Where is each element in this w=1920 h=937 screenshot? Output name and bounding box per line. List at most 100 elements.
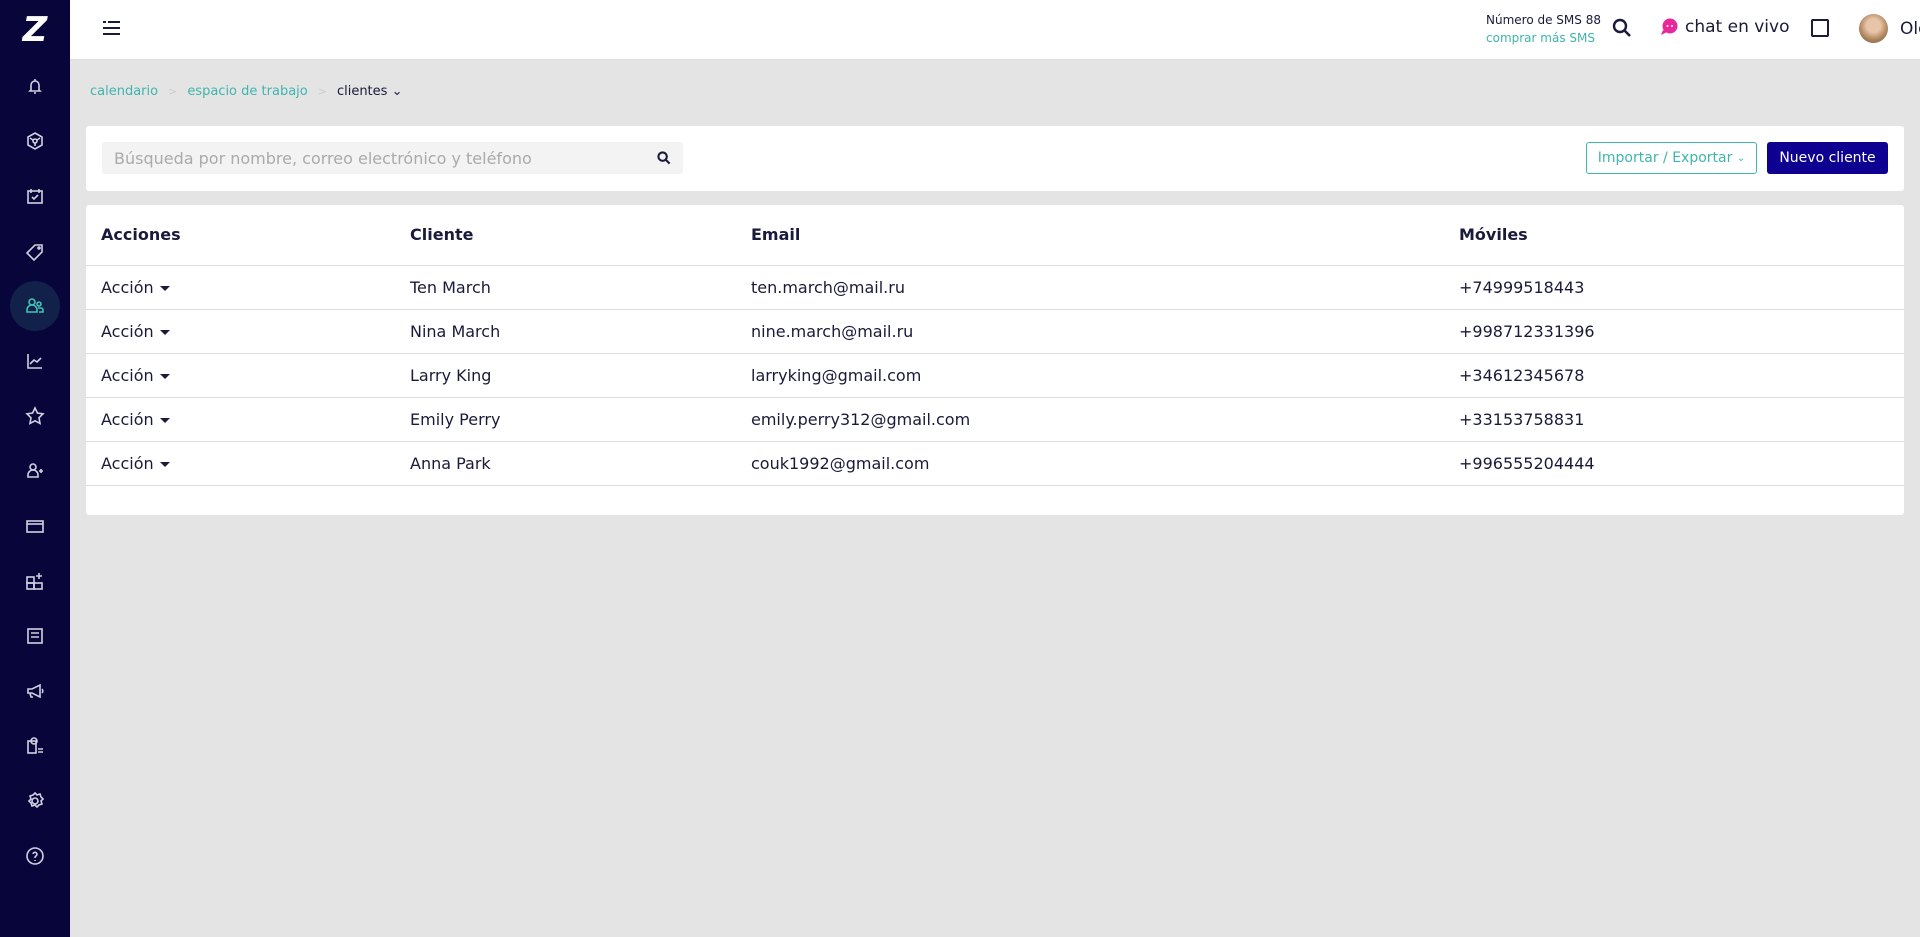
clients-table-card: Acciones Cliente Email Móviles Acción Ten… xyxy=(86,205,1904,515)
action-dropdown[interactable]: Acción xyxy=(101,278,170,297)
table-row[interactable]: Acción Ten March ten.march@mail.ru +7499951… xyxy=(86,265,1904,310)
header-cliente[interactable]: Cliente xyxy=(410,205,751,266)
client-name[interactable]: Anna Park xyxy=(410,441,751,486)
sidebar-item-save[interactable] xyxy=(10,611,60,661)
caret-down-icon xyxy=(159,373,170,379)
client-phone: +74999518443 xyxy=(1459,265,1904,310)
add-staff-icon xyxy=(27,463,43,478)
header-moviles[interactable]: Móviles xyxy=(1459,205,1904,266)
live-chat-button[interactable]: chat en vivo xyxy=(1660,17,1790,37)
client-phone: +998712331396 xyxy=(1459,309,1904,354)
sidebar-item-services[interactable] xyxy=(10,721,60,771)
action-dropdown[interactable]: Acción xyxy=(101,454,170,473)
sidebar-item-dashboard[interactable] xyxy=(10,116,60,166)
sidebar-item-add-staff[interactable] xyxy=(10,446,60,496)
topbar: Número de SMS 88 comprar más SMS chat en… xyxy=(70,0,1920,60)
stats-icon[interactable] xyxy=(1811,19,1829,37)
user-name: Olga xyxy=(1900,18,1920,39)
action-cell: Acción xyxy=(86,309,410,354)
table-header: Acciones Cliente Email Móviles xyxy=(86,205,1904,266)
buy-sms-link[interactable]: comprar más SMS xyxy=(1486,29,1601,47)
caret-down-icon xyxy=(159,461,170,467)
sidebar-item-payments[interactable] xyxy=(10,501,60,551)
avatar xyxy=(1859,14,1888,43)
client-name[interactable]: Larry King xyxy=(410,353,751,398)
toolbar-card: Importar / Exportar ⌄ Nuevo cliente xyxy=(86,126,1904,191)
menu-collapse-icon[interactable] xyxy=(100,18,122,40)
client-email: ten.march@mail.ru xyxy=(751,265,1459,310)
import-export-button[interactable]: Importar / Exportar ⌄ xyxy=(1586,142,1757,174)
new-client-button[interactable]: Nuevo cliente xyxy=(1767,142,1888,174)
action-cell: Acción xyxy=(86,353,410,398)
action-label: Acción xyxy=(101,277,154,297)
sidebar-item-analytics[interactable] xyxy=(10,336,60,386)
breadcrumb-calendario[interactable]: calendario xyxy=(90,84,158,99)
breadcrumb-workspace[interactable]: espacio de trabajo xyxy=(187,84,307,99)
table-row[interactable]: Acción Larry King larryking@gmail.com +3461… xyxy=(86,353,1904,398)
action-label: Acción xyxy=(101,409,154,429)
action-label: Acción xyxy=(101,321,154,341)
caret-down-icon xyxy=(159,285,170,291)
table-row[interactable]: Acción Emily Perry emily.perry312@gmail.co… xyxy=(86,397,1904,442)
search-icon[interactable] xyxy=(657,151,671,165)
client-name[interactable]: Emily Perry xyxy=(410,397,751,442)
breadcrumb-current-label: clientes xyxy=(336,84,388,99)
calendar-icon xyxy=(27,189,43,204)
sms-info: Número de SMS 88 comprar más SMS xyxy=(1486,11,1601,47)
chevron-down-icon: ⌄ xyxy=(391,84,403,99)
sidebar-item-marketing[interactable] xyxy=(10,666,60,716)
action-dropdown[interactable]: Acción xyxy=(101,410,170,429)
client-phone: +33153758831 xyxy=(1459,397,1904,442)
client-phone: +996555204444 xyxy=(1459,441,1904,486)
breadcrumb-separator: > xyxy=(168,85,178,98)
sidebar-item-reviews[interactable] xyxy=(10,391,60,441)
table-row[interactable]: Acción Nina March nine.march@mail.ru +99871… xyxy=(86,309,1904,354)
sidebar-item-settings[interactable] xyxy=(10,776,60,826)
action-cell: Acción xyxy=(86,441,410,486)
import-export-label: Importar / Exportar xyxy=(1597,150,1733,166)
sidebar-item-tags[interactable] xyxy=(10,226,60,276)
table-row[interactable]: Acción Anna Park couk1992@gmail.com +996555… xyxy=(86,441,1904,486)
clients-icon xyxy=(26,298,44,313)
sidebar-item-clients[interactable] xyxy=(10,281,60,331)
breadcrumb-current[interactable]: clientes ⌄ xyxy=(337,84,403,99)
header-email[interactable]: Email xyxy=(751,205,1459,266)
save-icon xyxy=(27,628,43,644)
dashboard-icon xyxy=(27,132,43,150)
reviews-icon xyxy=(25,406,45,425)
header-acciones: Acciones xyxy=(86,205,410,266)
help-icon xyxy=(26,847,44,865)
sidebar-item-notifications[interactable] xyxy=(10,61,60,111)
sidebar-item-help[interactable] xyxy=(10,831,60,881)
search-box xyxy=(102,142,683,174)
action-dropdown[interactable]: Acción xyxy=(101,366,170,385)
caret-down-icon xyxy=(159,329,170,335)
client-email: nine.march@mail.ru xyxy=(751,309,1459,354)
client-email: emily.perry312@gmail.com xyxy=(751,397,1459,442)
client-email: larryking@gmail.com xyxy=(751,353,1459,398)
breadcrumb: calendario > espacio de trabajo > client… xyxy=(90,84,402,99)
clients-table: Acciones Cliente Email Móviles Acción Ten… xyxy=(86,205,1904,486)
add-widget-icon xyxy=(26,573,43,590)
analytics-icon xyxy=(27,354,42,369)
sidebar-item-add-widget[interactable] xyxy=(10,556,60,606)
client-phone: +34612345678 xyxy=(1459,353,1904,398)
action-dropdown[interactable]: Acción xyxy=(101,322,170,341)
action-label: Acción xyxy=(101,365,154,385)
logo[interactable]: Z xyxy=(0,10,70,50)
caret-down-icon xyxy=(159,417,170,423)
search-input[interactable] xyxy=(114,148,634,168)
user-menu[interactable]: Olga ⌄ xyxy=(1859,14,1920,43)
settings-icon xyxy=(27,791,45,809)
sidebar-item-calendar[interactable] xyxy=(10,171,60,221)
client-name[interactable]: Ten March xyxy=(410,265,751,310)
chat-label: chat en vivo xyxy=(1685,17,1790,37)
action-cell: Acción xyxy=(86,265,410,310)
client-name[interactable]: Nina March xyxy=(410,309,751,354)
action-cell: Acción xyxy=(86,397,410,442)
search-icon[interactable] xyxy=(1612,18,1632,38)
breadcrumb-separator: > xyxy=(317,85,327,98)
services-icon xyxy=(27,737,43,754)
sidebar: Z xyxy=(0,0,70,937)
action-label: Acción xyxy=(101,453,154,473)
